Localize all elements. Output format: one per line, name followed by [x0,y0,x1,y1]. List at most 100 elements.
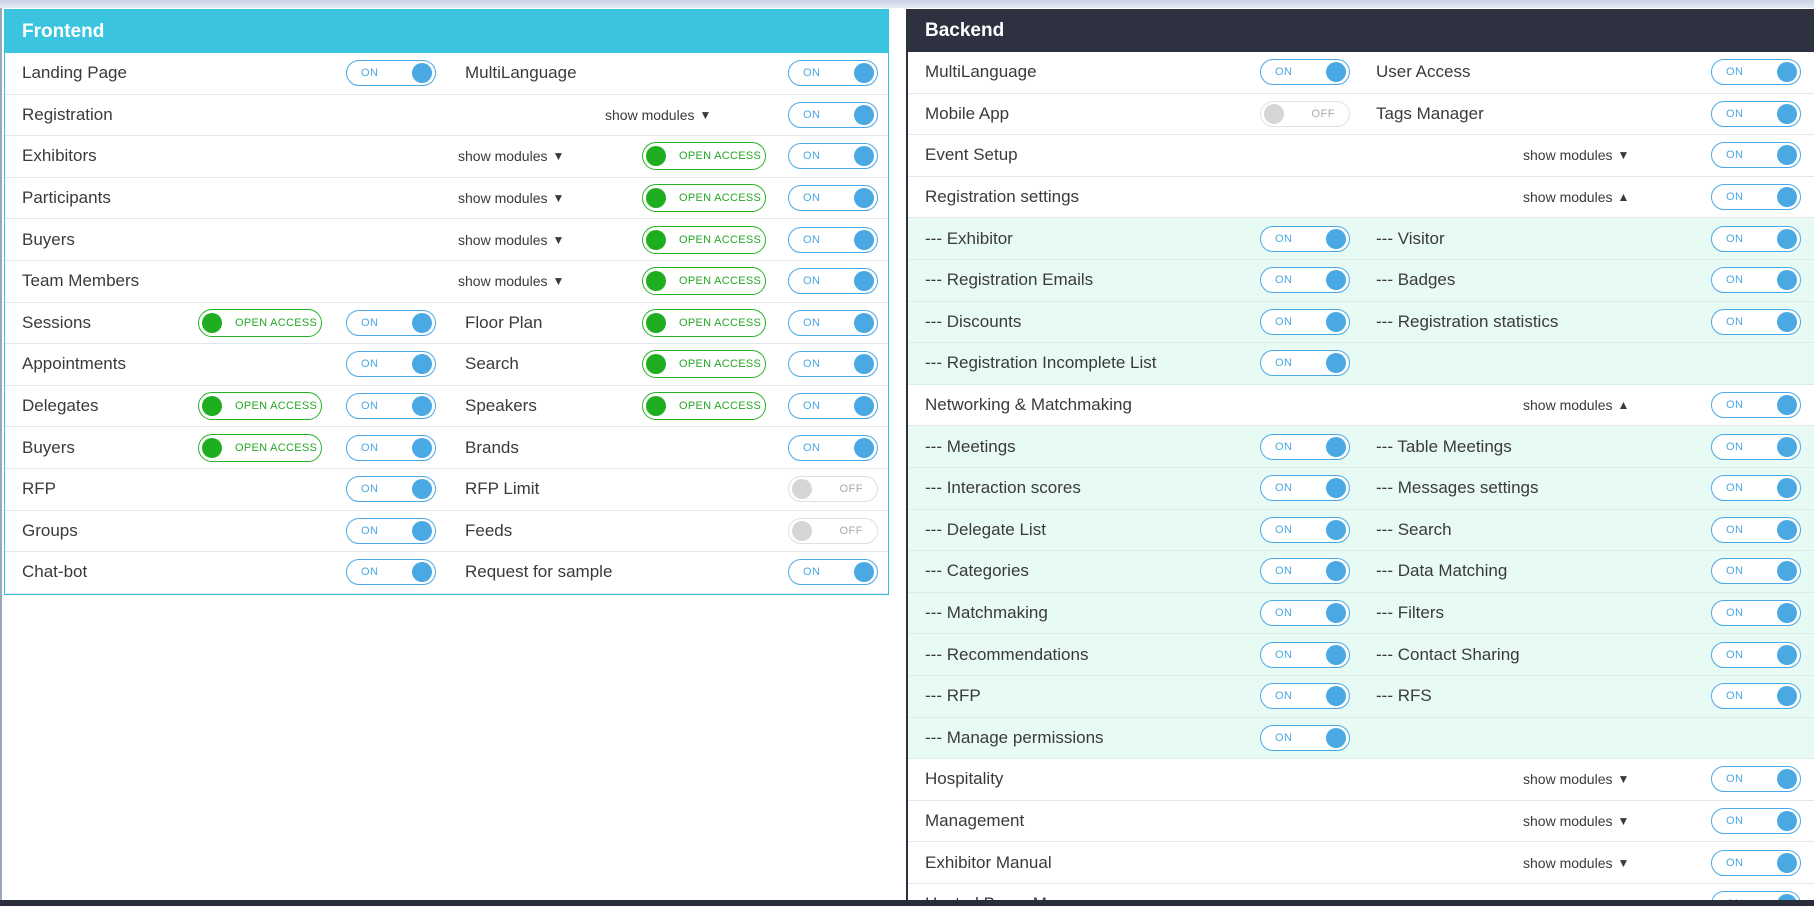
toggle-state-label: ON [1275,232,1293,245]
toggle-state-label: ON [361,358,379,371]
brands-label: Brands [465,437,519,457]
module-row-landing-page: Landing Page ON MultiLanguage ON [5,53,888,95]
meetings-toggle[interactable]: ON [1260,433,1350,460]
exhibitors-toggle[interactable]: ON [788,143,878,170]
frontend-rows: Landing Page ON MultiLanguage ON Registratio… [5,53,888,594]
rfp-toggle[interactable]: ON [346,476,436,503]
contact-sharing-toggle[interactable]: ON [1711,641,1801,668]
event-setup-toggle[interactable]: ON [1711,142,1801,169]
badges-toggle[interactable]: ON [1711,267,1801,294]
sessions-open-access-toggle[interactable]: OPEN ACCESS [198,308,322,337]
filters-toggle[interactable]: ON [1711,600,1801,627]
feeds-toggle[interactable]: OFF [788,517,878,544]
discounts-toggle[interactable]: ON [1260,308,1350,335]
mobile-app-toggle[interactable]: OFF [1260,100,1350,127]
team-members-open-access-toggle[interactable]: OPEN ACCESS [642,267,766,296]
floor-plan-toggle[interactable]: ON [788,309,878,336]
exhibitor-toggle[interactable]: ON [1260,225,1350,252]
toggle-knob [1777,395,1797,416]
groups-toggle[interactable]: ON [346,517,436,544]
user-access-toggle[interactable]: ON [1711,59,1801,86]
event-setup-show-modules-link[interactable]: show modules ▼ [1523,135,1629,176]
triangle-down-icon: ▼ [1617,148,1630,163]
exhibitor-manual-toggle[interactable]: ON [1711,849,1801,876]
exhibitors-show-modules-link[interactable]: show modules ▼ [458,136,564,177]
floor-plan-open-access-toggle[interactable]: OPEN ACCESS [642,308,766,337]
request-for-sample-toggle[interactable]: ON [788,559,878,586]
exhibitors-open-access-toggle[interactable]: OPEN ACCESS [642,142,766,171]
buyers-toggle[interactable]: ON [346,434,436,461]
toggle-state-label: ON [361,67,379,80]
search-toggle[interactable]: ON [1711,516,1801,543]
management-toggle[interactable]: ON [1711,807,1801,834]
participants-open-access-toggle[interactable]: OPEN ACCESS [642,184,766,213]
buyers-open-access-toggle[interactable]: OPEN ACCESS [642,225,766,254]
multilanguage-toggle[interactable]: ON [1260,59,1350,86]
registration-show-modules-link[interactable]: show modules ▼ [605,95,711,136]
sub-module-row-meetings: --- Meetings ON --- Table Meetings ON [908,426,1814,468]
delegates-open-access-toggle[interactable]: OPEN ACCESS [198,392,322,421]
networking-matchmaking-toggle[interactable]: ON [1711,392,1801,419]
exhibitor-manual-show-modules-link[interactable]: show modules ▼ [1523,842,1629,883]
registration-emails-toggle[interactable]: ON [1260,267,1350,294]
brands-toggle[interactable]: ON [788,434,878,461]
delegates-toggle[interactable]: ON [346,393,436,420]
buyers-toggle[interactable]: ON [788,226,878,253]
registration-statistics-toggle[interactable]: ON [1711,308,1801,335]
show-modules-label: show modules [458,148,548,165]
participants-toggle[interactable]: ON [788,185,878,212]
registration-incomplete-list-toggle[interactable]: ON [1260,350,1350,377]
table-meetings-toggle[interactable]: ON [1711,433,1801,460]
chat-bot-toggle[interactable]: ON [346,559,436,586]
hosted-buyer-m-toggle[interactable]: ON [1711,891,1801,900]
rfp-limit-toggle[interactable]: OFF [788,476,878,503]
appointments-toggle[interactable]: ON [346,351,436,378]
manage-permissions-toggle[interactable]: ON [1260,724,1350,751]
search-open-access-toggle[interactable]: OPEN ACCESS [642,350,766,379]
management-show-modules-link[interactable]: show modules ▼ [1523,801,1629,842]
networking-matchmaking-show-modules-link[interactable]: show modules ▲ [1523,385,1629,426]
team-members-show-modules-link[interactable]: show modules ▼ [458,261,564,302]
delegate-list-toggle[interactable]: ON [1260,516,1350,543]
visitor-toggle[interactable]: ON [1711,225,1801,252]
speakers-open-access-toggle[interactable]: OPEN ACCESS [642,392,766,421]
messages-settings-toggle[interactable]: ON [1711,475,1801,502]
module-row-event-setup: Event Setup show modules ▼ ON [908,135,1814,177]
show-modules-label: show modules [1523,854,1613,871]
toggle-knob [1326,603,1346,624]
rfs-label: --- RFS [1376,686,1432,706]
data-matching-toggle[interactable]: ON [1711,558,1801,585]
buyers-open-access-toggle[interactable]: OPEN ACCESS [198,433,322,462]
categories-toggle[interactable]: ON [1260,558,1350,585]
landing-page-toggle[interactable]: ON [346,60,436,87]
toggle-state-label: ON [361,483,379,496]
speakers-toggle[interactable]: ON [788,393,878,420]
rfp-toggle[interactable]: ON [1260,683,1350,710]
buyers-show-modules-link[interactable]: show modules ▼ [458,219,564,260]
team-members-label: Team Members [22,271,140,291]
toggle-state-label: ON [1726,856,1744,869]
interaction-scores-toggle[interactable]: ON [1260,475,1350,502]
registration-toggle[interactable]: ON [788,101,878,128]
toggle-knob [646,229,666,250]
tags-manager-toggle[interactable]: ON [1711,100,1801,127]
module-row-management: Management show modules ▼ ON [908,801,1814,843]
search-toggle[interactable]: ON [788,351,878,378]
matchmaking-toggle[interactable]: ON [1260,600,1350,627]
team-members-toggle[interactable]: ON [788,268,878,295]
participants-show-modules-link[interactable]: show modules ▼ [458,178,564,219]
data-matching-label: --- Data Matching [1376,561,1508,581]
sessions-toggle[interactable]: ON [346,309,436,336]
rfs-toggle[interactable]: ON [1711,683,1801,710]
multilanguage-toggle[interactable]: ON [788,60,878,87]
toggle-knob [412,354,432,375]
registration-settings-show-modules-link[interactable]: show modules ▲ [1523,177,1629,218]
frontend-panel: Frontend Landing Page ON MultiLanguage ON Re… [4,9,889,595]
delegate-list-label: --- Delegate List [925,519,1046,539]
hospitality-show-modules-link[interactable]: show modules ▼ [1523,759,1629,800]
exhibitor-manual-label: Exhibitor Manual [925,852,1052,872]
recommendations-toggle[interactable]: ON [1260,641,1350,668]
toggle-state-label: ON [1726,274,1744,287]
registration-settings-toggle[interactable]: ON [1711,184,1801,211]
hospitality-toggle[interactable]: ON [1711,766,1801,793]
